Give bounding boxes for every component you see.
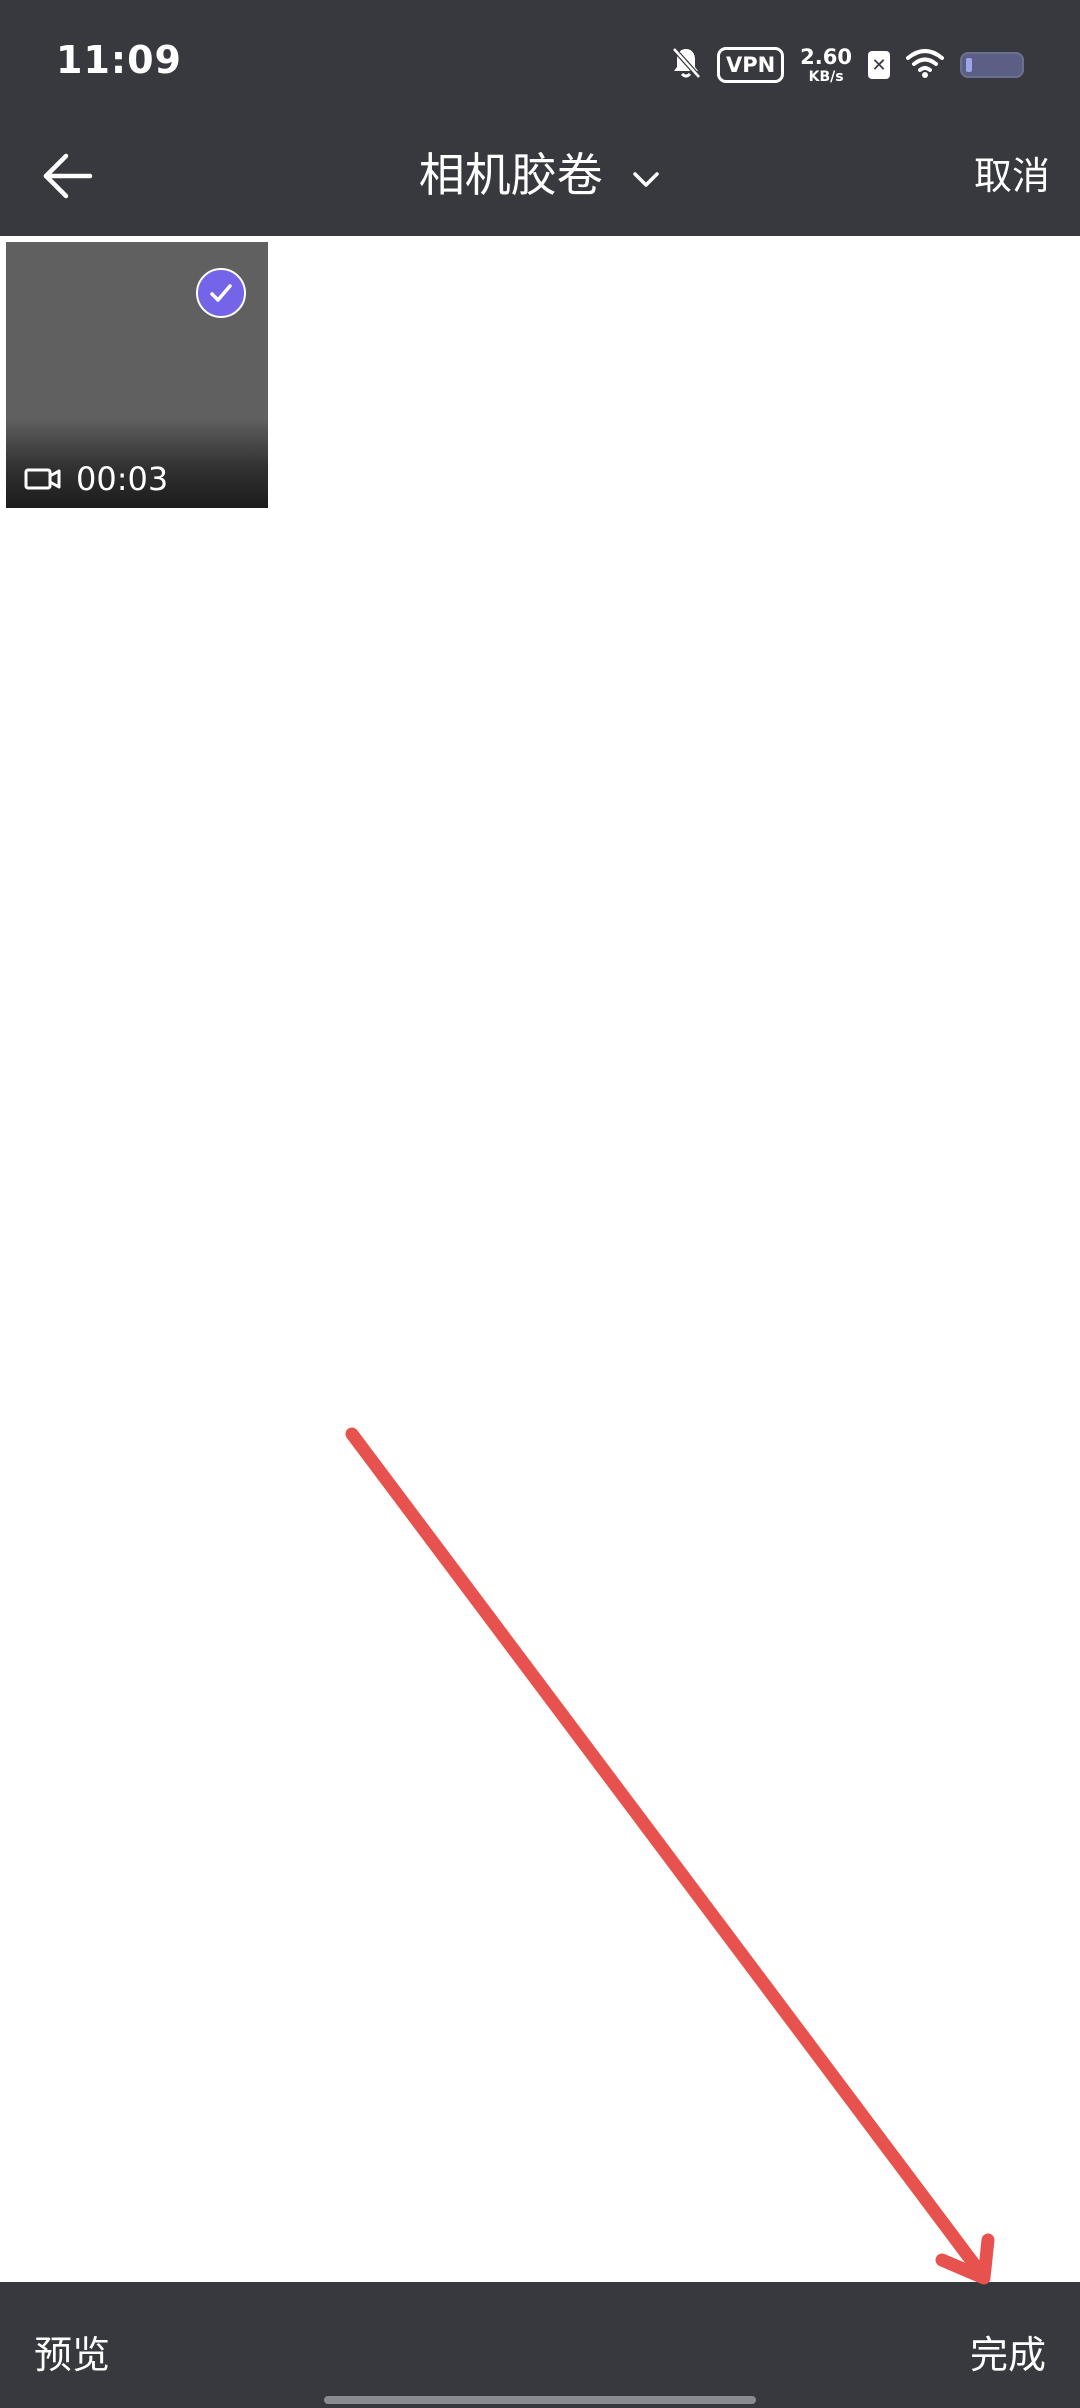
done-button[interactable]: 完成: [970, 2324, 1046, 2379]
network-speed-value: 2.60: [800, 44, 852, 69]
annotation-arrow-shaft: [345, 1427, 987, 2279]
home-indicator[interactable]: [324, 2396, 756, 2404]
network-speed: 2.60 KB/s: [800, 44, 852, 85]
cancel-button[interactable]: 取消: [974, 146, 1050, 206]
media-item[interactable]: 00:03: [6, 242, 268, 508]
checkmark-icon: [210, 284, 232, 302]
status-time: 11:09: [56, 38, 182, 82]
video-camera-icon: [24, 468, 61, 490]
bell-off-icon: [671, 46, 701, 84]
network-speed-unit: KB/s: [808, 68, 844, 85]
chevron-down-icon: [633, 171, 660, 187]
annotation-arrow-head: [935, 2233, 995, 2285]
vpn-icon: VPN: [716, 47, 785, 83]
preview-button[interactable]: 预览: [34, 2324, 110, 2379]
sim-x-icon: ✕: [868, 51, 890, 79]
album-selector[interactable]: 相机胶卷: [0, 140, 1080, 210]
video-duration: 00:03: [76, 460, 169, 498]
wifi-icon: [906, 48, 944, 82]
page-title: 相机胶卷: [418, 148, 603, 202]
battery-level: [966, 58, 972, 72]
video-duration-row: 00:03: [24, 460, 168, 498]
status-bar: 11:09 VPN 2.60 KB/s ✕: [0, 0, 1080, 126]
selection-check[interactable]: [196, 268, 246, 318]
header-bar: 相机胶卷 取消: [0, 126, 1080, 236]
battery-icon: [960, 52, 1024, 78]
status-icons: VPN 2.60 KB/s ✕: [655, 40, 1024, 90]
footer-bar: 预览 完成: [0, 2282, 1080, 2408]
